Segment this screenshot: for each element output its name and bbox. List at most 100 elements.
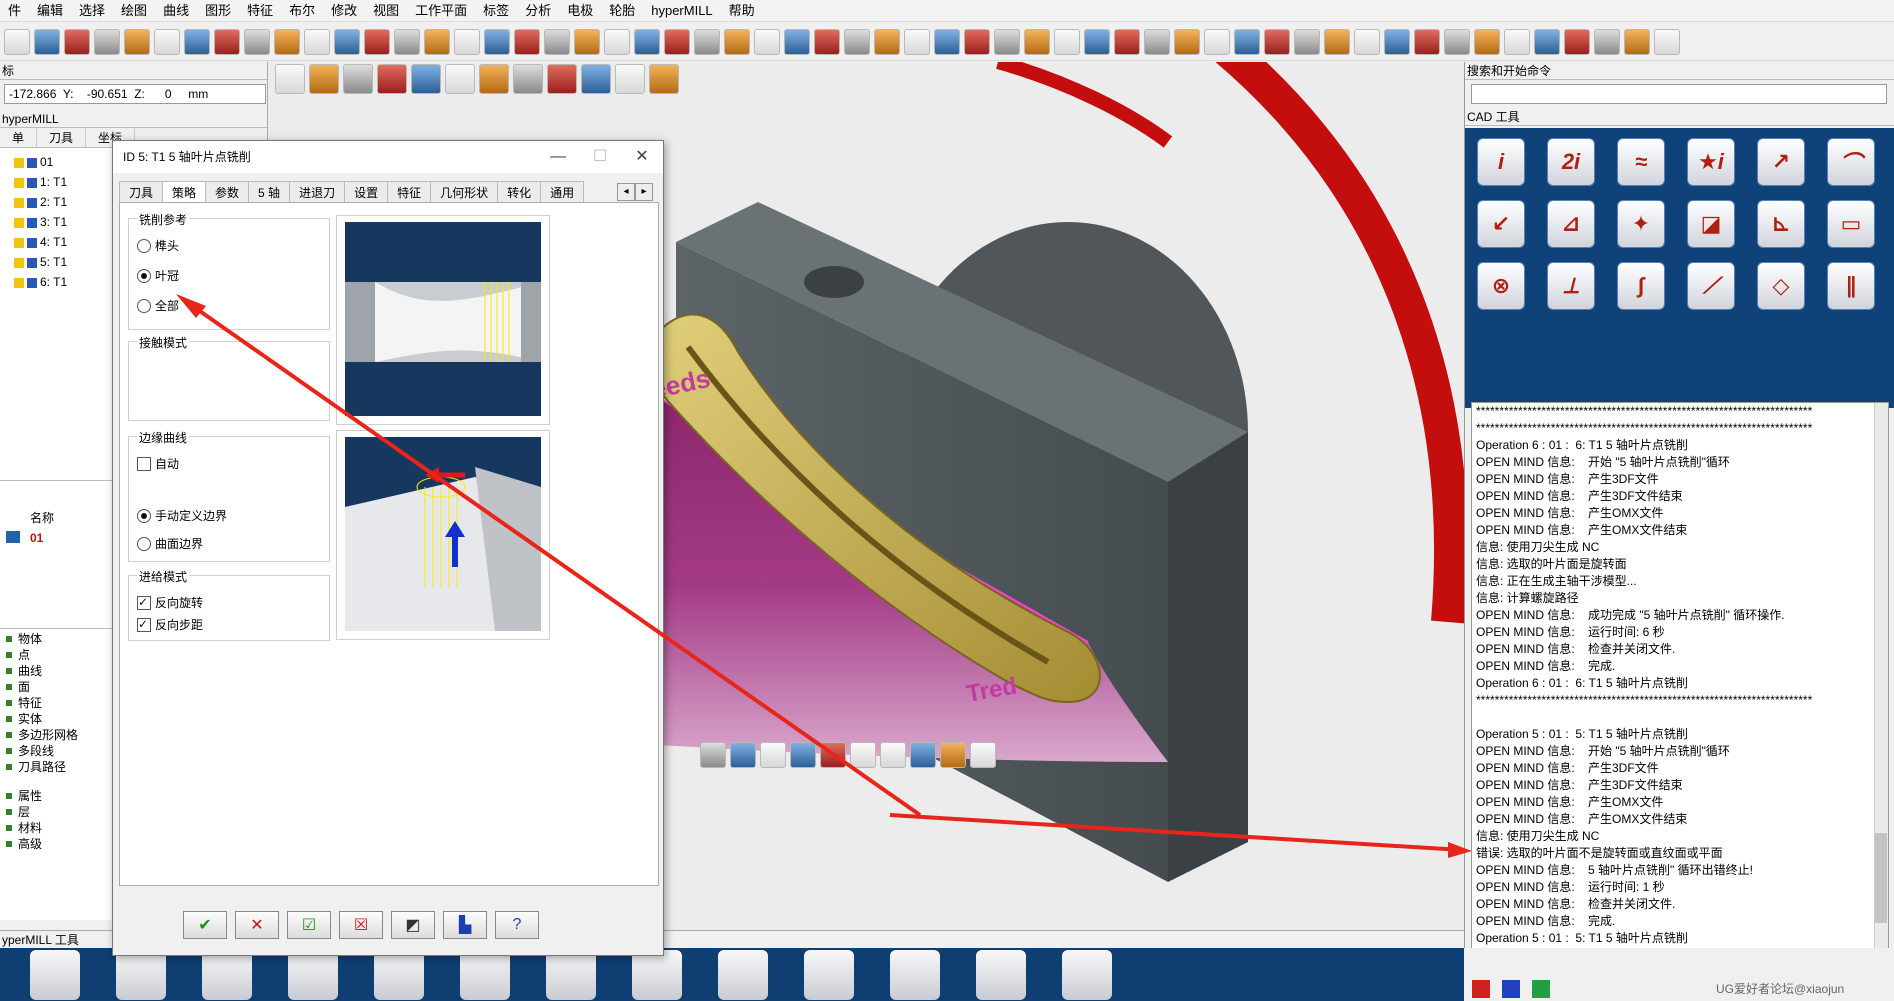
toolbar-icon-11[interactable]: [334, 28, 360, 55]
toolbar-icon-17[interactable]: [514, 28, 540, 55]
toolbar-icon-49[interactable]: [1474, 28, 1500, 55]
menu-item-6[interactable]: 特征: [239, 0, 281, 22]
toolbar-icon-29[interactable]: [874, 28, 900, 55]
preview-button[interactable]: ◩: [391, 911, 435, 939]
cad-tool-icon[interactable]: ⊿: [1547, 200, 1595, 248]
toolbar-icon-5[interactable]: [154, 28, 180, 55]
dialog-tab[interactable]: 特征: [387, 181, 432, 202]
toolbar-icon-54[interactable]: [1624, 28, 1650, 55]
menu-item-16[interactable]: 帮助: [721, 0, 763, 22]
toolbar-icon-1[interactable]: [34, 28, 60, 55]
radio-all[interactable]: 全部: [137, 299, 179, 313]
check-auto[interactable]: 自动: [137, 457, 179, 471]
toolbar-icon-31[interactable]: [934, 28, 960, 55]
cad-tool-icon[interactable]: ⟂: [1547, 262, 1595, 310]
menu-item-3[interactable]: 绘图: [113, 0, 155, 22]
command-icon-10[interactable]: [615, 64, 645, 94]
minimize-icon[interactable]: —: [537, 141, 579, 173]
command-icon-0[interactable]: [275, 64, 305, 94]
toolbar-icon-40[interactable]: [1204, 28, 1230, 55]
toolbar-icon-45[interactable]: [1354, 28, 1380, 55]
counter-view-icon[interactable]: [850, 742, 876, 768]
toolbar-icon-2[interactable]: [64, 28, 90, 55]
radio-surface-boundary[interactable]: 曲面边界: [137, 537, 203, 551]
check-reverse-rotation[interactable]: 反向旋转: [137, 595, 203, 610]
dialog-tab[interactable]: 几何形状: [430, 181, 499, 202]
dialog-tab[interactable]: 转化: [497, 181, 542, 202]
reset-button[interactable]: ☒: [339, 911, 383, 939]
toolbar-icon-24[interactable]: [724, 28, 750, 55]
command-icon-1[interactable]: [309, 64, 339, 94]
cad-tool-icon[interactable]: ⌒: [1827, 138, 1875, 186]
hypermill-tool-icon[interactable]: [30, 949, 80, 1000]
cad-tool-icon[interactable]: ⊗: [1477, 262, 1525, 310]
toolbar-icon-51[interactable]: [1534, 28, 1560, 55]
toolbar-icon-18[interactable]: [544, 28, 570, 55]
command-icon-7[interactable]: [513, 64, 543, 94]
radio-hub[interactable]: 榫头: [137, 239, 179, 253]
menu-item-15[interactable]: hyperMILL: [643, 0, 720, 22]
dialog-tab[interactable]: 设置: [344, 181, 389, 202]
toolbar-icon-35[interactable]: [1054, 28, 1080, 55]
hypermill-tool-icon[interactable]: [890, 949, 940, 1000]
hypermill-tool-icon[interactable]: [632, 949, 682, 1000]
hypermill-tool-icon[interactable]: [718, 949, 768, 1000]
menu-item-12[interactable]: 分析: [517, 0, 559, 22]
menu-item-5[interactable]: 图形: [197, 0, 239, 22]
toolbar-icon-37[interactable]: [1114, 28, 1140, 55]
menu-item-4[interactable]: 曲线: [155, 0, 197, 22]
toolbar-icon-16[interactable]: [484, 28, 510, 55]
toolbar-icon-26[interactable]: [784, 28, 810, 55]
tab-job-list[interactable]: 单: [0, 128, 38, 147]
tab-tools[interactable]: 刀具: [37, 128, 87, 147]
toolbar-icon-46[interactable]: [1384, 28, 1410, 55]
toolbar-icon-15[interactable]: [454, 28, 480, 55]
dialog-tab[interactable]: 进退刀: [289, 181, 346, 202]
check-reverse-step[interactable]: 反向步距: [137, 617, 203, 632]
menu-item-14[interactable]: 轮胎: [601, 0, 643, 22]
hypermill-tool-icon[interactable]: [804, 949, 854, 1000]
toolbar-icon-22[interactable]: [664, 28, 690, 55]
paint-view-icon[interactable]: [910, 742, 936, 768]
wireframe-view-icon[interactable]: [970, 742, 996, 768]
cad-tool-icon[interactable]: ✦: [1617, 200, 1665, 248]
command-icon-3[interactable]: [377, 64, 407, 94]
command-icon-4[interactable]: [411, 64, 441, 94]
command-icon-11[interactable]: [649, 64, 679, 94]
hypermill-tool-icon[interactable]: [546, 949, 596, 1000]
pin-view-icon[interactable]: [820, 742, 846, 768]
menu-item-2[interactable]: 选择: [71, 0, 113, 22]
help-button[interactable]: ?: [495, 911, 539, 939]
toolbar-icon-38[interactable]: [1144, 28, 1170, 55]
pencil-view-icon[interactable]: [940, 742, 966, 768]
cad-tool-icon[interactable]: ∫: [1617, 262, 1665, 310]
command-icon-9[interactable]: [581, 64, 611, 94]
toolbar-icon-48[interactable]: [1444, 28, 1470, 55]
toolbar-icon-52[interactable]: [1564, 28, 1590, 55]
ok-button[interactable]: ✔: [183, 911, 227, 939]
dialog-tab[interactable]: 刀具: [119, 181, 164, 202]
menu-item-7[interactable]: 布尔: [281, 0, 323, 22]
toolbar-icon-23[interactable]: [694, 28, 720, 55]
toolbar-icon-39[interactable]: [1174, 28, 1200, 55]
toolbar-icon-20[interactable]: [604, 28, 630, 55]
toolbar-icon-10[interactable]: [304, 28, 330, 55]
menu-item-0[interactable]: 件: [0, 0, 29, 22]
toolbar-icon-28[interactable]: [844, 28, 870, 55]
output-log[interactable]: ****************************************…: [1471, 402, 1889, 994]
command-icon-5[interactable]: [445, 64, 475, 94]
log-scrollbar[interactable]: [1874, 403, 1888, 993]
dialog-tab[interactable]: 通用: [540, 181, 585, 202]
menu-item-8[interactable]: 修改: [323, 0, 365, 22]
toolbar-icon-30[interactable]: [904, 28, 930, 55]
cad-tool-icon[interactable]: ◪: [1687, 200, 1735, 248]
toolbar-icon-21[interactable]: [634, 28, 660, 55]
command-icon-8[interactable]: [547, 64, 577, 94]
toolbar-icon-19[interactable]: [574, 28, 600, 55]
toolbar-icon-12[interactable]: [364, 28, 390, 55]
radio-manual-boundary[interactable]: 手动定义边界: [137, 509, 227, 523]
hypermill-tool-icon[interactable]: [460, 949, 510, 1000]
hypermill-tool-icon[interactable]: [976, 949, 1026, 1000]
menu-item-11[interactable]: 标签: [475, 0, 517, 22]
cad-tool-icon[interactable]: ∥: [1827, 262, 1875, 310]
